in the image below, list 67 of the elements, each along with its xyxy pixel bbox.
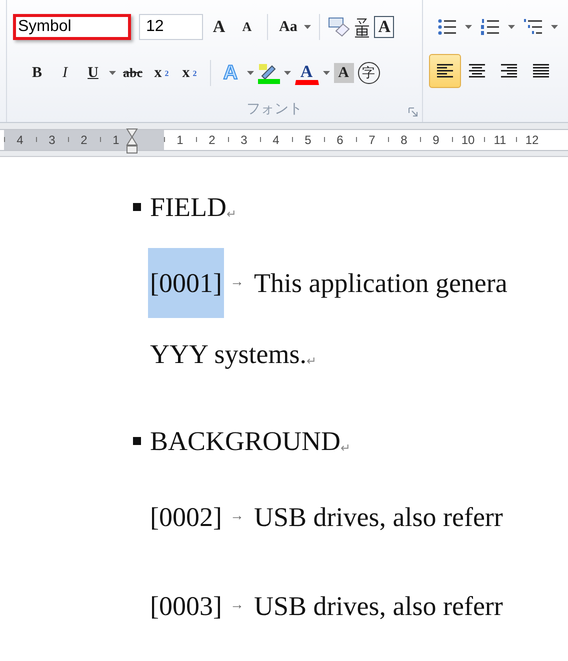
ruler-number: 6 bbox=[324, 130, 356, 150]
align-left-button[interactable] bbox=[429, 54, 461, 88]
dropdown-caret-icon[interactable] bbox=[465, 25, 472, 29]
ruler-number: 11 bbox=[484, 130, 516, 150]
paragraph-text: USB drives, also referr bbox=[254, 590, 503, 622]
indent-marker-icon[interactable] bbox=[125, 128, 139, 154]
paragraph-mark: ↵ bbox=[306, 354, 317, 369]
italic-button[interactable]: I bbox=[53, 60, 77, 86]
change-case-button[interactable]: Aa bbox=[276, 14, 300, 40]
dropdown-caret-icon[interactable] bbox=[508, 25, 515, 29]
ruler-number: 2 bbox=[196, 130, 228, 150]
dropdown-caret-icon[interactable] bbox=[284, 71, 290, 75]
ruler-number: 9 bbox=[420, 130, 452, 150]
bullet-icon bbox=[133, 203, 141, 211]
paragraph-text: YYY systems. bbox=[150, 338, 307, 370]
font-size-field[interactable]: 12 bbox=[139, 14, 203, 40]
paragraph-mark: ↵ bbox=[340, 441, 351, 456]
ruler-number: 12 bbox=[516, 130, 548, 150]
phonetic-guide-icon[interactable] bbox=[354, 16, 370, 38]
shrink-font-button[interactable]: A bbox=[235, 14, 259, 40]
dropdown-caret-icon[interactable] bbox=[109, 71, 116, 75]
highlighter-icon[interactable] bbox=[258, 62, 280, 84]
ruler-number: 4 bbox=[4, 130, 36, 150]
bullet-list-icon[interactable] bbox=[437, 18, 457, 36]
ruler-number: 3 bbox=[36, 130, 68, 150]
dropdown-caret-icon[interactable] bbox=[304, 25, 312, 29]
paragraph-text: This application genera bbox=[254, 268, 508, 298]
heading-text: BACKGROUND bbox=[150, 426, 341, 456]
justify-lines-icon bbox=[533, 64, 549, 78]
tab-mark: → bbox=[230, 598, 244, 614]
dialog-launcher-icon[interactable] bbox=[408, 107, 418, 117]
font-name-field[interactable]: Symbol bbox=[13, 14, 131, 40]
ruler-number: 7 bbox=[356, 130, 388, 150]
numbered-list-icon[interactable] bbox=[480, 18, 500, 36]
paragraph-mark: ↵ bbox=[226, 207, 236, 222]
character-border-button[interactable]: A bbox=[374, 16, 394, 38]
group-label: フォント bbox=[246, 100, 302, 118]
ruler-number: 1 bbox=[164, 130, 196, 150]
ruler-number: 4 bbox=[260, 130, 292, 150]
bold-button[interactable]: B bbox=[25, 60, 49, 86]
align-left-lines-icon bbox=[437, 64, 453, 78]
paragraph-number: [0001] bbox=[148, 248, 224, 318]
underline-button[interactable]: U bbox=[81, 60, 105, 86]
enclose-characters-button[interactable]: 字 bbox=[358, 62, 380, 84]
font-color-button[interactable]: A bbox=[294, 61, 318, 85]
align-right-lines-icon bbox=[501, 64, 517, 78]
ruler-number: 8 bbox=[388, 130, 420, 150]
tab-mark: → bbox=[230, 275, 244, 291]
multilevel-list-icon[interactable] bbox=[523, 18, 543, 36]
strikethrough-button[interactable]: abc bbox=[120, 60, 146, 86]
grow-font-button[interactable]: A bbox=[207, 14, 231, 40]
ruler-number: 2 bbox=[68, 130, 100, 150]
tab-mark: → bbox=[230, 509, 244, 525]
dropdown-caret-icon[interactable] bbox=[322, 71, 330, 75]
bullet-icon bbox=[133, 437, 141, 445]
paragraph-number: [0003] bbox=[149, 590, 223, 623]
align-center-lines-icon bbox=[469, 64, 485, 78]
character-shading-button[interactable]: A bbox=[334, 63, 354, 83]
ruler-number: 10 bbox=[452, 130, 484, 150]
dropdown-caret-icon[interactable] bbox=[551, 25, 558, 29]
heading-text: FIELD bbox=[150, 192, 226, 222]
paragraph-text: USB drives, also referr bbox=[254, 502, 503, 532]
paragraph-number: [0002] bbox=[149, 501, 223, 534]
eraser-icon[interactable] bbox=[328, 17, 350, 37]
dropdown-caret-icon[interactable] bbox=[246, 71, 254, 75]
ruler-number: 5 bbox=[292, 130, 324, 150]
ruler-number: 3 bbox=[228, 130, 260, 150]
